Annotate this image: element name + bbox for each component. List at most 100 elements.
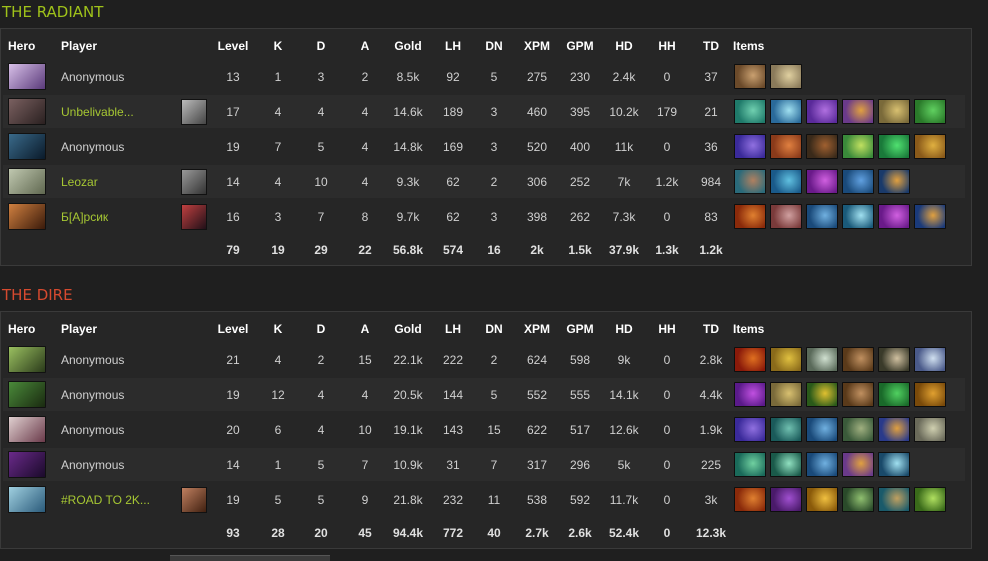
item-icon[interactable]	[734, 134, 766, 159]
column-header-gold[interactable]: Gold	[386, 314, 430, 344]
item-icon[interactable]	[806, 347, 838, 372]
hero-portrait-icon[interactable]	[8, 168, 46, 195]
player-name[interactable]: Б[А]рсик	[61, 210, 108, 224]
item-icon[interactable]	[770, 99, 802, 124]
column-header-dn[interactable]: DN	[479, 31, 509, 61]
hero-portrait-icon[interactable]	[8, 63, 46, 90]
item-icon[interactable]	[878, 169, 910, 194]
column-header-gpm[interactable]: GPM	[559, 31, 601, 61]
item-icon[interactable]	[734, 204, 766, 229]
item-icon[interactable]	[734, 64, 766, 89]
horizontal-scrollbar[interactable]	[170, 555, 330, 561]
item-icon[interactable]	[806, 99, 838, 124]
hero-portrait-icon[interactable]	[8, 451, 46, 478]
column-header-hero[interactable]: Hero	[8, 31, 48, 61]
column-header-k[interactable]: K	[263, 31, 293, 61]
player-avatar-icon[interactable]	[181, 98, 207, 125]
hero-portrait-icon[interactable]	[8, 203, 46, 230]
item-icon[interactable]	[806, 487, 838, 512]
item-icon[interactable]	[806, 417, 838, 442]
hero-portrait-icon[interactable]	[8, 98, 46, 125]
item-icon[interactable]	[878, 417, 910, 442]
column-header-hd[interactable]: HD	[603, 31, 645, 61]
item-icon[interactable]	[914, 134, 946, 159]
column-header-xpm[interactable]: XPM	[515, 31, 559, 61]
item-icon[interactable]	[806, 452, 838, 477]
column-header-hh[interactable]: HH	[649, 31, 685, 61]
item-icon[interactable]	[842, 134, 874, 159]
hero-portrait-icon[interactable]	[8, 133, 46, 160]
player-name[interactable]: Unbelivable...	[61, 105, 134, 119]
column-header-a[interactable]: A	[350, 31, 380, 61]
item-icon[interactable]	[878, 204, 910, 229]
column-header-td[interactable]: TD	[691, 31, 731, 61]
player-name[interactable]: #ROAD TO 2K...	[61, 493, 150, 507]
column-header-k[interactable]: K	[263, 314, 293, 344]
item-icon[interactable]	[770, 204, 802, 229]
item-icon[interactable]	[914, 347, 946, 372]
column-header-items[interactable]: Items	[733, 314, 963, 344]
item-icon[interactable]	[842, 487, 874, 512]
column-header-hh[interactable]: HH	[649, 314, 685, 344]
item-icon[interactable]	[842, 417, 874, 442]
item-icon[interactable]	[734, 417, 766, 442]
item-icon[interactable]	[914, 204, 946, 229]
player-avatar-icon[interactable]	[181, 168, 207, 195]
column-header-player[interactable]: Player	[61, 31, 181, 61]
column-header-gpm[interactable]: GPM	[559, 314, 601, 344]
column-header-level[interactable]: Level	[213, 314, 253, 344]
item-icon[interactable]	[734, 382, 766, 407]
column-header-level[interactable]: Level	[213, 31, 253, 61]
item-icon[interactable]	[770, 452, 802, 477]
column-header-a[interactable]: A	[350, 314, 380, 344]
item-icon[interactable]	[806, 169, 838, 194]
column-header-lh[interactable]: LH	[435, 31, 471, 61]
column-header-hero[interactable]: Hero	[8, 314, 48, 344]
column-header-player[interactable]: Player	[61, 314, 181, 344]
column-header-items[interactable]: Items	[733, 31, 963, 61]
column-header-dn[interactable]: DN	[479, 314, 509, 344]
item-icon[interactable]	[878, 99, 910, 124]
column-header-d[interactable]: D	[306, 31, 336, 61]
item-icon[interactable]	[770, 64, 802, 89]
column-header-xpm[interactable]: XPM	[515, 314, 559, 344]
item-icon[interactable]	[842, 347, 874, 372]
item-icon[interactable]	[770, 347, 802, 372]
item-icon[interactable]	[734, 347, 766, 372]
item-icon[interactable]	[770, 134, 802, 159]
item-icon[interactable]	[914, 382, 946, 407]
item-icon[interactable]	[842, 99, 874, 124]
item-icon[interactable]	[878, 452, 910, 477]
player-avatar-icon[interactable]	[181, 486, 207, 513]
item-icon[interactable]	[878, 347, 910, 372]
item-icon[interactable]	[878, 487, 910, 512]
item-icon[interactable]	[770, 417, 802, 442]
column-header-hd[interactable]: HD	[603, 314, 645, 344]
item-icon[interactable]	[734, 99, 766, 124]
hero-portrait-icon[interactable]	[8, 416, 46, 443]
hero-portrait-icon[interactable]	[8, 381, 46, 408]
player-avatar-icon[interactable]	[181, 203, 207, 230]
item-icon[interactable]	[842, 204, 874, 229]
item-icon[interactable]	[806, 134, 838, 159]
item-icon[interactable]	[770, 169, 802, 194]
item-icon[interactable]	[914, 417, 946, 442]
column-header-d[interactable]: D	[306, 314, 336, 344]
item-icon[interactable]	[878, 382, 910, 407]
item-icon[interactable]	[770, 487, 802, 512]
item-icon[interactable]	[842, 382, 874, 407]
item-icon[interactable]	[806, 382, 838, 407]
item-icon[interactable]	[914, 99, 946, 124]
item-icon[interactable]	[878, 134, 910, 159]
item-icon[interactable]	[842, 169, 874, 194]
item-icon[interactable]	[770, 382, 802, 407]
item-icon[interactable]	[806, 204, 838, 229]
item-icon[interactable]	[734, 452, 766, 477]
player-name[interactable]: Leozar	[61, 175, 98, 189]
hero-portrait-icon[interactable]	[8, 486, 46, 513]
item-icon[interactable]	[914, 487, 946, 512]
hero-portrait-icon[interactable]	[8, 346, 46, 373]
item-icon[interactable]	[734, 487, 766, 512]
item-icon[interactable]	[842, 452, 874, 477]
item-icon[interactable]	[734, 169, 766, 194]
